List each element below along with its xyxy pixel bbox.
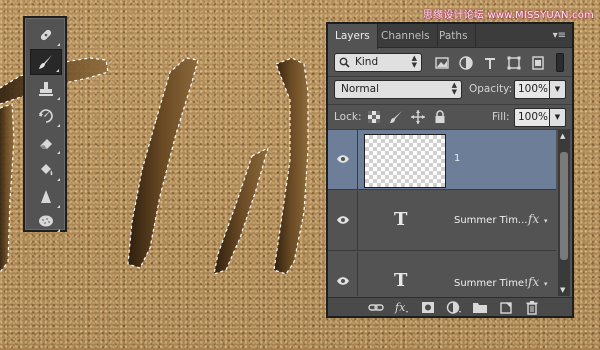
eraser-tool[interactable] [30,130,62,156]
sharpen-tool[interactable] [30,184,62,210]
smart-object-filter-icon[interactable] [530,55,546,71]
layer-filter-row: Kind ▲ ▼ [334,53,566,73]
eraser-icon [40,139,52,149]
history-brush-tool[interactable] [30,103,62,129]
delete-layer-icon[interactable] [524,300,540,315]
blend-mode-select[interactable]: Normal ▲ ▼ [334,80,462,99]
opacity-dropdown-button[interactable]: ▼ [550,80,566,99]
tab-paths[interactable]: Paths [432,24,476,48]
brush-icon [39,55,52,69]
brush-tool[interactable] [30,49,62,75]
sponge-icon [39,215,53,227]
layer-list-scrollbar[interactable]: ▲ ▼ [558,130,570,296]
history-brush-icon [39,109,53,123]
shape-layer-filter-icon[interactable] [506,55,522,71]
watermark: 思缘设计论坛 www.MISSYUAN.com [422,10,594,21]
add-layer-style-icon[interactable]: fx [394,300,410,315]
tab-channels[interactable]: Channels [374,24,438,48]
layers-panel: Layers Channels Paths ▾≡ Kind ▲ ▼ Normal… [326,22,574,318]
visibility-column [328,252,358,296]
lock-label: Lock: [334,111,362,123]
filter-toggle-switch[interactable] [556,53,564,72]
type-layer-thumbnail-icon: T [394,209,408,230]
clone-stamp-tool[interactable] [30,76,62,102]
expand-effects-icon[interactable]: ▾ [544,280,548,288]
type-layer-filter-icon[interactable] [482,55,498,71]
lock-transparent-pixels-icon[interactable] [366,109,382,125]
panel-tabbar: Layers Channels Paths ▾≡ [328,24,572,49]
select-arrows-icon: ▲ ▼ [411,54,417,69]
lock-all-icon[interactable] [432,109,448,125]
layer-name[interactable]: 1 [454,153,460,164]
fill-field[interactable]: 100% [514,108,550,127]
paint-bucket-icon [41,164,53,176]
visibility-eye-icon[interactable] [336,154,350,164]
lock-image-pixels-icon[interactable] [388,109,404,125]
opacity-field[interactable]: 100% [514,80,550,99]
layer-row[interactable]: 1 [328,130,556,190]
layer-thumbnail [364,134,446,188]
select-arrows-icon: ▲ ▼ [451,81,457,96]
search-icon [339,57,350,68]
panel-menu-icon[interactable]: ▾≡ [553,30,566,41]
expand-effects-icon[interactable]: ▾ [544,217,548,225]
svg-text:fx: fx [394,301,406,314]
paint-bucket-tool[interactable] [30,157,62,183]
new-group-icon[interactable] [472,300,488,315]
tab-layers[interactable]: Layers [328,24,378,49]
clone-stamp-icon [39,82,53,96]
pixel-layer-filter-icon[interactable] [434,55,450,71]
layer-effects-icon[interactable]: fx [528,212,539,226]
add-layer-mask-icon[interactable] [420,300,436,315]
type-layer-thumbnail-icon: T [394,270,408,291]
layer-row[interactable]: T Summer Tim... fx ▾ [328,191,556,251]
scroll-down-icon[interactable]: ▼ [560,286,565,294]
sharpen-icon [41,190,51,203]
layer-row[interactable]: T Summer Time! fx ▾ [328,252,556,296]
panel-footer: fx [328,297,572,316]
new-adjustment-layer-icon[interactable] [446,300,462,315]
sponge-tool[interactable] [30,208,62,234]
visibility-eye-icon[interactable] [336,276,350,286]
lock-position-icon[interactable] [410,109,426,125]
layer-name[interactable]: Summer Tim... [454,215,527,226]
filter-kind-value: Kind [355,56,379,68]
layer-list: 1 T Summer Tim... fx ▾ T Summer Time! fx… [328,130,556,296]
fill-dropdown-button[interactable]: ▼ [550,108,566,127]
spot-healing-brush-icon [40,29,52,41]
adjustment-layer-filter-icon[interactable] [458,55,474,71]
scroll-thumb[interactable] [560,152,568,260]
layer-name[interactable]: Summer Time! [454,278,528,289]
link-layers-icon[interactable] [368,300,384,315]
visibility-eye-icon[interactable] [336,215,350,225]
filter-kind-select[interactable]: Kind ▲ ▼ [334,53,422,72]
layer-effects-icon[interactable]: fx [528,275,539,289]
spot-healing-brush-tool[interactable] [30,22,62,48]
new-layer-icon[interactable] [498,300,514,315]
opacity-label: Opacity: [469,83,513,95]
blend-mode-value: Normal [341,83,379,95]
scroll-up-icon[interactable]: ▲ [560,132,565,140]
tool-palette [23,16,67,232]
fill-label: Fill: [492,111,510,123]
